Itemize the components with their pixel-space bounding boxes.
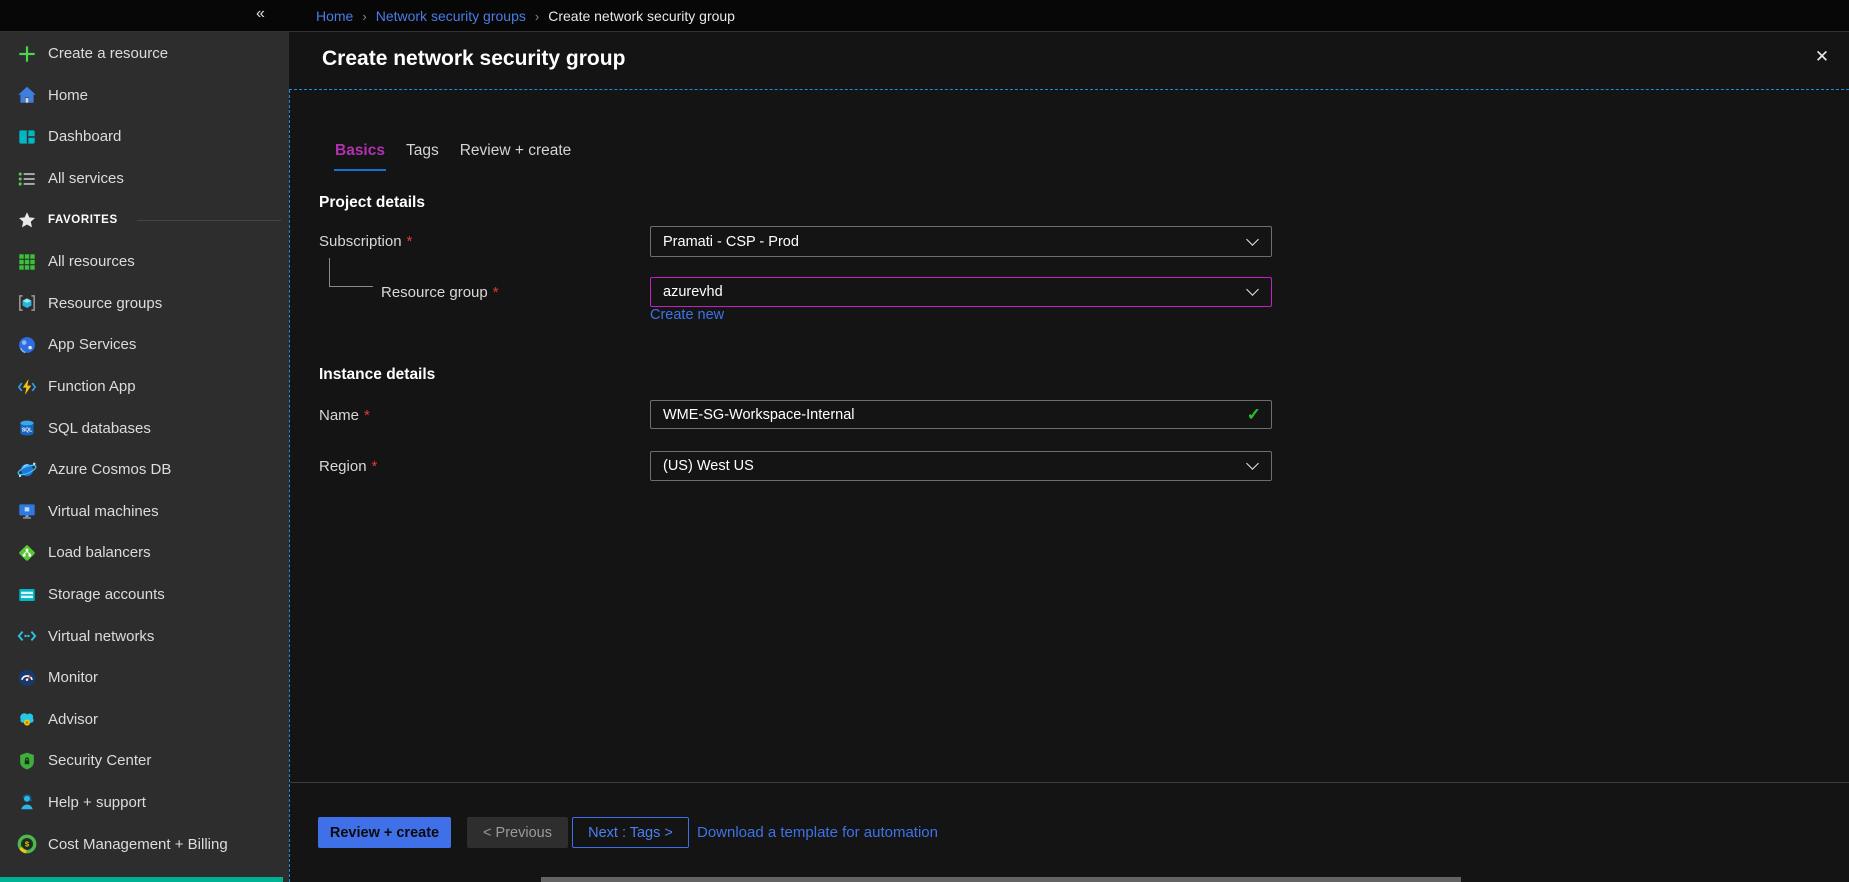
app-services-icon — [15, 333, 39, 357]
name-input[interactable]: WME-SG-Workspace-Internal ✓ — [650, 400, 1272, 429]
blade-panel: Basics Tags Review + create Project deta… — [289, 90, 1849, 882]
required-asterisk: * — [407, 233, 413, 250]
virtual-networks-icon — [15, 624, 39, 648]
breadcrumb-current: Create network security group — [548, 8, 735, 24]
breadcrumb-network-security-groups[interactable]: Network security groups — [376, 8, 526, 24]
all-resources-icon — [15, 250, 39, 274]
close-icon[interactable]: ✕ — [1809, 44, 1835, 70]
required-asterisk: * — [493, 284, 499, 301]
resource-group-dropdown[interactable]: azurevhd — [650, 277, 1272, 307]
page-title: Create network security group — [322, 47, 625, 71]
download-template-link[interactable]: Download a template for automation — [697, 824, 938, 841]
sidebar-item-advisor[interactable]: Advisor — [0, 699, 289, 741]
sidebar-item-resource-groups[interactable]: Resource groups — [0, 283, 289, 325]
subscription-value: Pramati - CSP - Prod — [663, 234, 799, 250]
sidebar-item-storage-accounts[interactable]: Storage accounts — [0, 574, 289, 616]
region-dropdown[interactable]: (US) West US — [650, 451, 1272, 481]
name-value: WME-SG-Workspace-Internal — [663, 407, 855, 423]
breadcrumb-home[interactable]: Home — [316, 8, 353, 24]
top-bar: « Home › Network security groups › Creat… — [0, 0, 1849, 32]
content-horizontal-scrollbar[interactable] — [541, 877, 1461, 882]
help-support-icon — [15, 790, 39, 814]
sidebar-item-monitor[interactable]: Monitor — [0, 657, 289, 699]
sidebar-item-create-a-resource[interactable]: Create a resource — [0, 33, 289, 75]
sidebar-item-azure-cosmos-db[interactable]: Azure Cosmos DB — [0, 449, 289, 491]
subscription-label: Subscription* — [319, 233, 412, 250]
chevron-down-icon — [1246, 233, 1259, 246]
breadcrumb: Home › Network security groups › Create … — [316, 0, 735, 32]
plus-icon — [15, 42, 39, 66]
sidebar-item-help-support[interactable]: Help + support — [0, 782, 289, 824]
tab-review-create[interactable]: Review + create — [460, 142, 572, 164]
sidebar-collapse-icon[interactable]: « — [256, 5, 265, 23]
dashboard-icon — [15, 125, 39, 149]
sidebar-item-virtual-machines[interactable]: Virtual machines — [0, 491, 289, 533]
breadcrumb-separator-icon: › — [535, 9, 539, 24]
sidebar-item-home[interactable]: Home — [0, 75, 289, 117]
blade-content: Basics Tags Review + create Project deta… — [290, 90, 1849, 782]
home-icon — [15, 83, 39, 107]
resource-group-connector — [329, 258, 373, 287]
resource-group-label: Resource group* — [381, 284, 499, 301]
region-label: Region* — [319, 458, 377, 475]
sidebar-item-function-app[interactable]: Function App — [0, 366, 289, 408]
sidebar-horizontal-scrollbar[interactable] — [0, 877, 283, 882]
storage-accounts-icon — [15, 583, 39, 607]
create-new-link[interactable]: Create new — [650, 307, 724, 323]
instance-details-heading: Instance details — [319, 366, 435, 384]
name-label: Name* — [319, 407, 370, 424]
all-services-icon — [15, 167, 39, 191]
cosmos-db-icon — [15, 458, 39, 482]
sidebar-item-sql-databases[interactable]: SQL SQL databases — [0, 407, 289, 449]
sidebar: Create a resource Home Dashboard All ser… — [0, 32, 289, 882]
svg-text:$: $ — [25, 840, 30, 849]
function-app-icon — [15, 375, 39, 399]
star-icon — [15, 208, 39, 232]
required-asterisk: * — [372, 458, 378, 475]
breadcrumb-separator-icon: › — [362, 9, 366, 24]
required-asterisk: * — [364, 407, 370, 424]
blade-header: Create network security group ✕ — [289, 32, 1849, 90]
tab-tags[interactable]: Tags — [406, 142, 439, 164]
favorites-divider — [137, 220, 281, 221]
sidebar-item-all-resources[interactable]: All resources — [0, 241, 289, 283]
sidebar-section-favorites: FAVORITES — [0, 199, 289, 241]
blade-footer: Review + create < Previous Next : Tags >… — [290, 782, 1849, 882]
security-center-icon — [15, 749, 39, 773]
resource-groups-icon — [15, 291, 39, 315]
chevron-down-icon — [1246, 457, 1259, 470]
tab-basics[interactable]: Basics — [335, 142, 385, 164]
previous-button[interactable]: < Previous — [467, 817, 568, 848]
sql-databases-icon: SQL — [15, 416, 39, 440]
sidebar-item-cost-management-billing[interactable]: $ Cost Management + Billing — [0, 823, 289, 865]
advisor-icon — [15, 707, 39, 731]
project-details-heading: Project details — [319, 194, 425, 212]
load-balancers-icon — [15, 541, 39, 565]
valid-check-icon: ✓ — [1247, 405, 1261, 425]
virtual-machines-icon — [15, 499, 39, 523]
cost-management-icon: $ — [15, 832, 39, 856]
next-tags-button[interactable]: Next : Tags > — [572, 817, 689, 848]
sidebar-item-app-services[interactable]: App Services — [0, 324, 289, 366]
sidebar-item-all-services[interactable]: All services — [0, 158, 289, 200]
tab-bar: Basics Tags Review + create — [335, 142, 571, 164]
monitor-icon — [15, 666, 39, 690]
subscription-dropdown[interactable]: Pramati - CSP - Prod — [650, 226, 1272, 257]
chevron-down-icon — [1246, 283, 1259, 296]
review-create-button[interactable]: Review + create — [318, 817, 451, 848]
sidebar-item-security-center[interactable]: Security Center — [0, 740, 289, 782]
resource-group-value: azurevhd — [663, 284, 723, 300]
sidebar-item-load-balancers[interactable]: Load balancers — [0, 532, 289, 574]
region-value: (US) West US — [663, 458, 754, 474]
sidebar-item-dashboard[interactable]: Dashboard — [0, 116, 289, 158]
sidebar-item-virtual-networks[interactable]: Virtual networks — [0, 615, 289, 657]
svg-text:SQL: SQL — [22, 428, 32, 434]
